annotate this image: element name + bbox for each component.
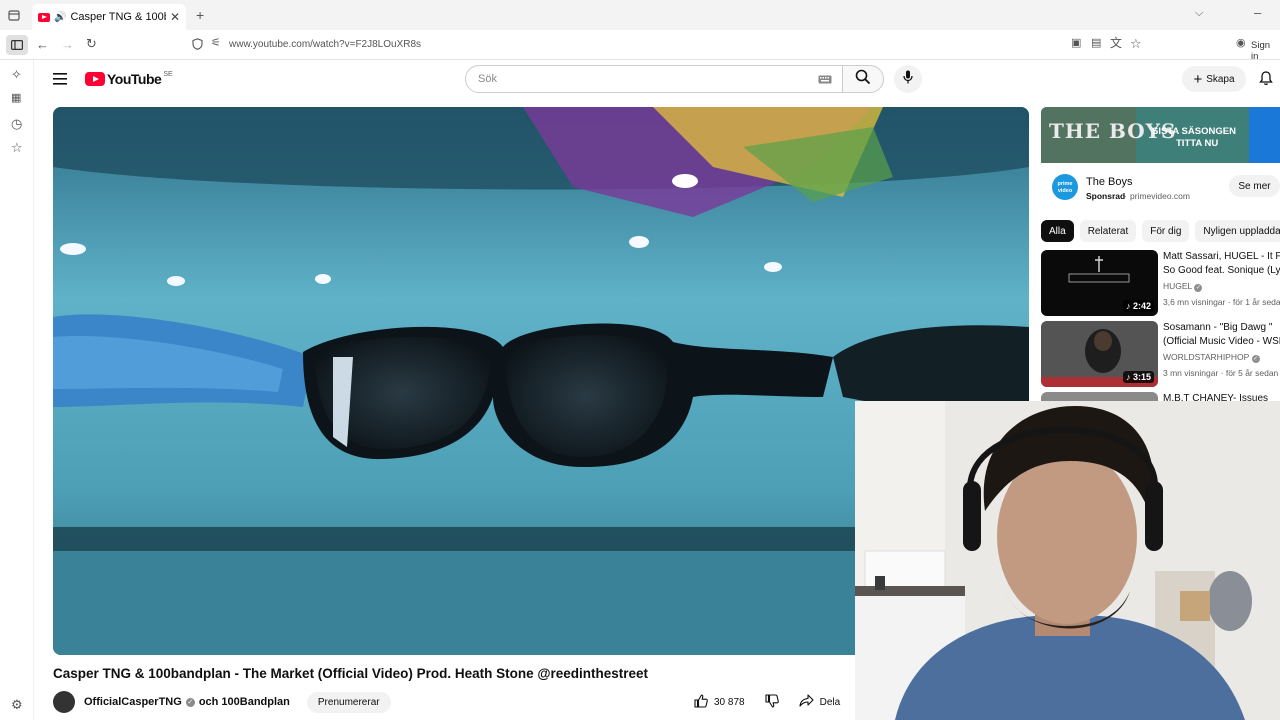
webcam-image: [855, 401, 1280, 720]
search-input[interactable]: Sök: [465, 65, 843, 93]
bookmarks-star-icon[interactable]: ☆: [11, 141, 23, 154]
rec-channel[interactable]: HUGEL ✓: [1163, 279, 1280, 293]
share-label: Dela: [819, 696, 841, 708]
verified-icon: ✓: [1194, 284, 1203, 292]
minimize-window-icon[interactable]: –: [1254, 6, 1261, 19]
rec-title-line1: Sosamann - "Big Dawg ": [1163, 322, 1273, 333]
forward-arrow-icon[interactable]: →: [61, 38, 74, 51]
recommendation-meta: Matt Sassari, HUGEL - It Fe So Good feat…: [1163, 250, 1280, 309]
browser-sidebar: ✧ ▦ ◷ ☆ ⚙: [0, 60, 34, 720]
music-note-icon: ♪: [1125, 301, 1133, 311]
search-placeholder: Sök: [478, 73, 497, 85]
new-tab-icon[interactable]: +: [196, 8, 204, 22]
channel-row: OfficialCasperTNG ✓ och 100Bandplan Pren…: [53, 690, 391, 714]
tab-list-chevron-icon[interactable]: ⌵: [1195, 8, 1203, 19]
recommendation-item[interactable]: ♪ 2:42 Matt Sassari, HUGEL - It Fe So Go…: [1041, 250, 1280, 316]
ad-title[interactable]: The Boys: [1086, 176, 1132, 188]
microphone-icon: [903, 70, 913, 89]
ad-info: prime video The Boys Sponsrad · primevid…: [1041, 170, 1280, 206]
webcam-overlay: [855, 401, 1280, 720]
music-note-icon: ♪: [1125, 372, 1133, 382]
sidebar-toggle-icon[interactable]: [6, 35, 28, 55]
subscribe-button[interactable]: Prenumererar: [306, 691, 391, 713]
ad-banner[interactable]: THE BOYS SISTA SÄSONGEN TITTA NU: [1041, 107, 1280, 163]
video-thumbnail[interactable]: ♪ 3:15: [1041, 321, 1158, 387]
keyboard-icon[interactable]: [818, 75, 832, 87]
video-duration: ♪ 2:42: [1122, 300, 1154, 312]
share-button[interactable]: Dela: [799, 694, 841, 710]
tab-actions-icon[interactable]: [8, 9, 20, 23]
settings-gear-icon[interactable]: ⚙: [11, 698, 23, 711]
channel-avatar[interactable]: [53, 691, 75, 713]
thumbs-up-icon: [694, 693, 708, 711]
hamburger-menu-icon[interactable]: [53, 72, 67, 90]
recommendation-item[interactable]: ♪ 3:15 Sosamann - "Big Dawg " (Official …: [1041, 321, 1280, 387]
youtube-wordmark: YouTube: [107, 71, 162, 87]
like-count: 30 878: [714, 696, 745, 708]
dislike-button[interactable]: [765, 693, 779, 711]
history-clock-icon[interactable]: ◷: [11, 117, 22, 130]
rec-channel[interactable]: WORLDSTARHIPHOP ✓: [1163, 350, 1280, 364]
close-tab-icon[interactable]: ✕: [170, 10, 180, 24]
video-title: Casper TNG & 100bandplan - The Market (O…: [53, 666, 649, 681]
ad-sponsored-label: Sponsrad: [1086, 191, 1126, 201]
video-thumbnail[interactable]: ♪ 2:42: [1041, 250, 1158, 316]
verified-icon: ✓: [1251, 355, 1260, 363]
bookmark-star-icon[interactable]: ☆: [1130, 37, 1142, 50]
rec-title-line2: (Official Music Video - WSH: [1163, 336, 1280, 347]
voice-search-button[interactable]: [894, 65, 922, 93]
rec-stats: 3 mn visningar · för 5 år sedan: [1163, 368, 1279, 378]
youtube-play-icon: [85, 72, 105, 86]
notifications-bell-icon[interactable]: [1259, 71, 1273, 91]
video-duration: ♪ 3:15: [1122, 371, 1154, 383]
plus-icon: +: [1193, 70, 1203, 88]
share-arrow-icon: [799, 694, 814, 710]
reading-list-icon[interactable]: ▦: [11, 93, 21, 104]
ad-dot: ·: [1124, 191, 1127, 201]
search-icon: [855, 69, 871, 90]
create-label: Skapa: [1206, 73, 1235, 85]
collab-channel[interactable]: och 100Bandplan: [199, 696, 290, 708]
youtube-logo[interactable]: YouTube SE: [85, 71, 173, 87]
reader-view-icon[interactable]: ▤: [1091, 38, 1101, 49]
tracking-protection-icon[interactable]: [192, 38, 203, 52]
country-code: SE: [163, 70, 173, 78]
speaker-icon[interactable]: 🔊: [54, 12, 66, 23]
account-icon[interactable]: ◉: [1236, 38, 1246, 49]
youtube-favicon-icon: [38, 12, 50, 22]
create-button[interactable]: + Skapa: [1182, 66, 1246, 92]
recommendation-filter-chips: Alla Relaterat För dig Nyligen uppladdat: [1041, 220, 1280, 242]
prime-video-logo: prime video: [1052, 174, 1078, 200]
chip-recently-uploaded[interactable]: Nyligen uppladdat: [1195, 220, 1280, 242]
browser-tab-bar: 🔊 Casper TNG & 100bandplan ✕ + ⌵ –: [0, 0, 1280, 30]
picture-in-picture-icon[interactable]: ▣: [1071, 38, 1081, 49]
ad-cta-button[interactable]: Se mer: [1229, 175, 1280, 197]
recommendation-meta: Sosamann - "Big Dawg " (Official Music V…: [1163, 321, 1280, 380]
chip-all[interactable]: Alla: [1041, 220, 1074, 242]
translate-icon[interactable]: 文: [1110, 37, 1122, 49]
reload-icon[interactable]: ↻: [86, 37, 97, 50]
chip-related[interactable]: Relaterat: [1079, 220, 1137, 242]
thumbs-down-icon: [765, 693, 779, 708]
back-arrow-icon[interactable]: ←: [36, 38, 49, 51]
channel-name[interactable]: OfficialCasperTNG: [84, 696, 182, 708]
like-dislike-bar: 30 878 Dela: [694, 690, 840, 714]
address-bar[interactable]: www.youtube.com/watch?v=F2J8LOuXR8s: [229, 39, 421, 50]
chip-for-you[interactable]: För dig: [1142, 220, 1190, 242]
search-button[interactable]: [842, 65, 884, 93]
sign-in-link[interactable]: Sign in: [1251, 40, 1280, 62]
browser-tab[interactable]: 🔊 Casper TNG & 100bandplan ✕: [32, 4, 186, 30]
verified-icon: ✓: [185, 697, 195, 707]
like-button[interactable]: 30 878: [694, 693, 745, 711]
ad-banner-line2: TITTA NU: [1176, 138, 1219, 149]
browser-nav-bar: ← → ↻ ⚟ www.youtube.com/watch?v=F2J8LOuX…: [0, 30, 1280, 62]
ad-banner-line1: SISTA SÄSONGEN: [1152, 126, 1236, 137]
ai-sparkle-icon[interactable]: ✧: [11, 68, 22, 81]
ad-domain: primevideo.com: [1130, 191, 1190, 201]
site-info-icon[interactable]: ⚟: [211, 38, 221, 49]
tab-title: Casper TNG & 100bandplan: [70, 11, 165, 23]
rec-stats: 3,6 mn visningar · för 1 år sedan: [1163, 297, 1280, 307]
rec-title-line1: Matt Sassari, HUGEL - It Fe: [1163, 251, 1280, 262]
rec-title-line2: So Good feat. Sonique (Lyr: [1163, 265, 1280, 276]
